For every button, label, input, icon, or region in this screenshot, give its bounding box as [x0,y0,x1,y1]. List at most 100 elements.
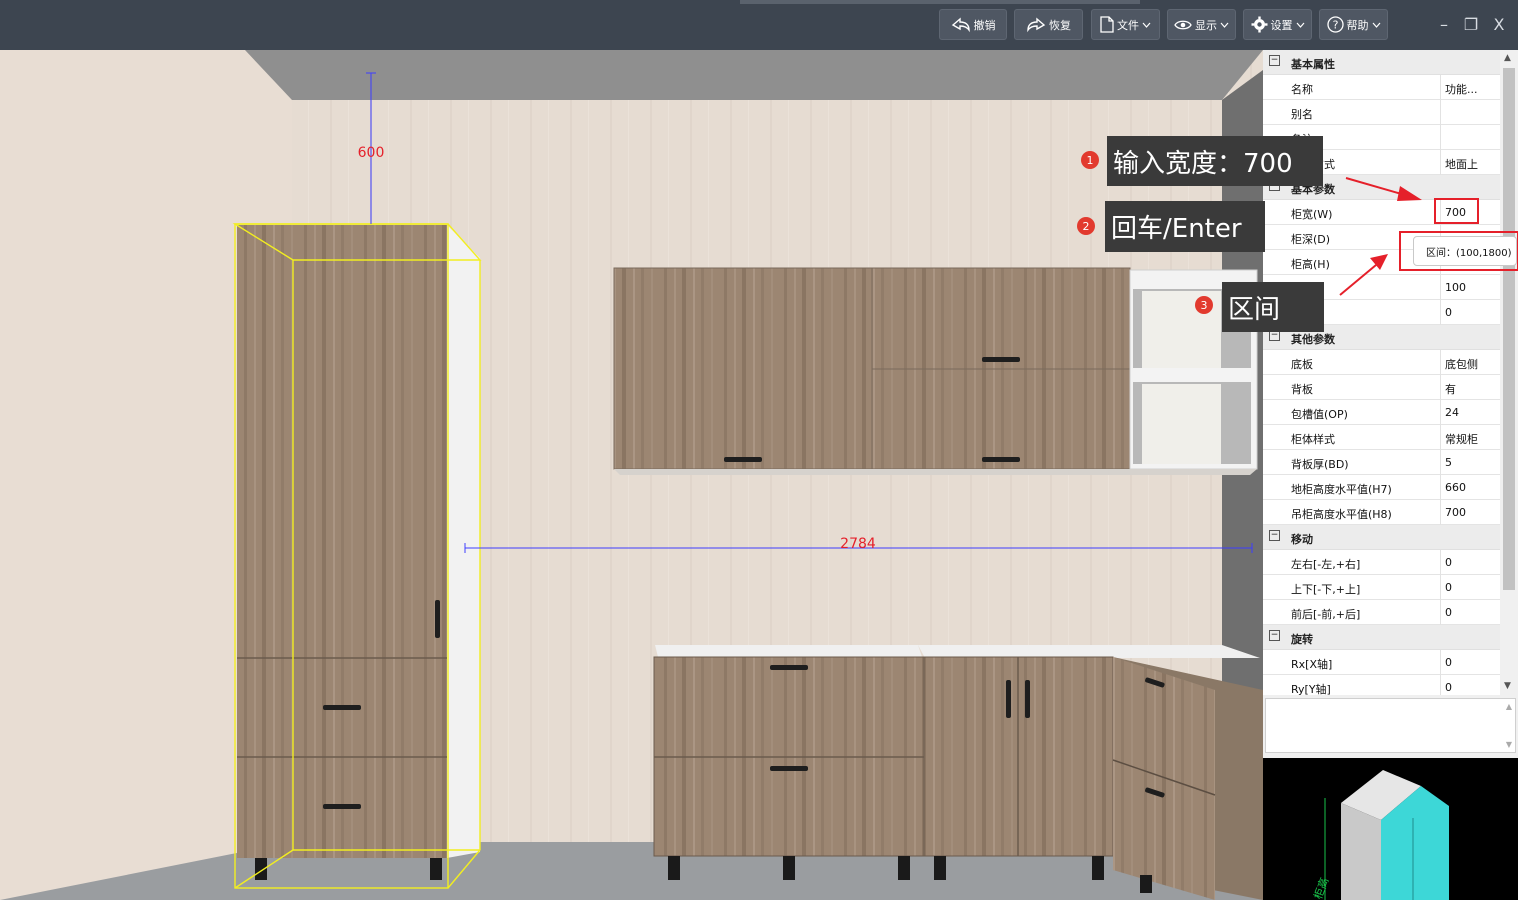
property-value[interactable]: 700 [1445,206,1466,219]
property-value[interactable]: 0 [1445,581,1452,594]
property-group-label: 移动 [1291,533,1313,546]
property-row[interactable]: 背板 有 [1263,375,1500,400]
cabinet-handle [323,804,361,809]
cabinet-handle [770,665,808,670]
property-key: 柜宽(W) [1291,208,1333,221]
desc-scroll-down[interactable]: ▼ [1506,740,1512,749]
scroll-down-arrow[interactable]: ▼ [1504,681,1511,691]
property-value[interactable]: 700 [1445,506,1466,519]
property-row[interactable]: 柜体样式 常规柜 [1263,425,1500,450]
property-row[interactable]: 背板厚(BD) 5 [1263,450,1500,475]
undo-icon [951,16,970,32]
property-key: 前后[-前,+后] [1291,608,1361,621]
property-group-label: 基本属性 [1291,58,1335,71]
property-group[interactable]: − 移动 [1263,525,1500,550]
chevron-down-icon [1142,22,1151,28]
description-box: ▲ ▼ [1265,698,1516,753]
cabinet-handle [1006,680,1011,718]
property-value[interactable]: 常规柜 [1445,431,1478,447]
property-key: 名称 [1291,83,1313,96]
property-value[interactable]: 100 [1445,281,1466,294]
minimize-button[interactable]: – [1432,12,1456,36]
property-group[interactable]: − 基本属性 [1263,50,1500,75]
property-group-label: 旋转 [1291,633,1313,646]
height-dimension-label: 600 [358,145,385,161]
callout-3: 区间 [1222,282,1324,332]
property-value[interactable]: 5 [1445,456,1452,469]
cabinet-handle [724,457,762,462]
scroll-up-arrow[interactable]: ▲ [1504,53,1511,63]
property-value[interactable]: 0 [1445,556,1452,569]
redo-icon [1027,16,1046,32]
property-row[interactable]: 前后[-前,+后] 0 [1263,600,1500,625]
cabinet-handle [435,600,440,638]
3d-viewport[interactable]: 600 2784 [0,50,1263,900]
property-value[interactable]: 24 [1445,406,1459,419]
chevron-down-icon [1220,22,1229,28]
property-key: 背板厚(BD) [1291,458,1349,471]
property-value[interactable]: 0 [1445,656,1452,669]
close-button[interactable]: X [1487,12,1511,36]
property-key: 地柜高度水平值(H7) [1291,483,1392,496]
property-value[interactable]: 0 [1445,306,1452,319]
help-icon: ? [1326,16,1344,33]
property-row[interactable]: 别名 [1263,100,1500,125]
property-key: 左右[-左,+右] [1291,558,1361,571]
wall-cabinets[interactable] [613,267,1258,475]
property-row[interactable]: Ry[Y轴] 0 [1263,675,1500,695]
cabinet-handle [982,457,1020,462]
property-row[interactable]: 上下[-下,+上] 0 [1263,575,1500,600]
property-key: 柜体样式 [1291,433,1335,446]
display-menu-button[interactable]: 显示 [1167,9,1236,40]
property-row[interactable]: 底板 底包侧 [1263,350,1500,375]
undo-button[interactable]: 撤销 [939,9,1007,40]
property-row[interactable]: 包槽值(OP) 24 [1263,400,1500,425]
cabinet-handle [323,705,361,710]
property-row[interactable]: Rx[X轴] 0 [1263,650,1500,675]
cabinet-handle [1025,680,1030,718]
callout-number-3: 3 [1195,296,1213,314]
property-key: 背板 [1291,383,1313,396]
desc-scroll-up[interactable]: ▲ [1506,702,1512,711]
property-key: 包槽值(OP) [1291,408,1348,421]
callout-number-2: 2 [1077,217,1095,235]
property-row[interactable]: 名称 功能... [1263,75,1500,100]
redo-button[interactable]: 恢复 [1014,9,1083,40]
collapse-icon[interactable]: − [1269,630,1280,641]
property-value[interactable]: 功能... [1445,81,1478,97]
property-key: 吊柜高度水平值(H8) [1291,508,1392,521]
range-tooltip: 区间：(100,1800) [1413,236,1517,266]
property-row[interactable]: 地柜高度水平值(H7) 660 [1263,475,1500,500]
property-key: 底板 [1291,358,1313,371]
property-key: 柜深(D) [1291,233,1331,246]
mini-preview[interactable]: 柜高 [1263,758,1518,900]
callout-number-1: 1 [1081,151,1099,169]
file-icon [1100,16,1114,33]
collapse-icon[interactable]: − [1269,530,1280,541]
collapse-icon[interactable]: − [1269,55,1280,66]
property-value[interactable]: 地面上 [1445,156,1478,172]
settings-menu-button[interactable]: 设置 [1243,9,1312,40]
property-value[interactable]: 0 [1445,606,1452,619]
property-row[interactable]: 吊柜高度水平值(H8) 700 [1263,500,1500,525]
help-menu-button[interactable]: ? 帮助 [1319,9,1388,40]
restore-button[interactable]: ❐ [1459,12,1483,36]
svg-text:?: ? [1332,19,1338,32]
property-key: 别名 [1291,108,1313,121]
scrollbar-thumb[interactable] [1503,68,1515,590]
property-scrollbar[interactable]: ▲ ▼ [1500,50,1518,695]
tall-cabinet[interactable] [232,223,482,889]
width-dimension-label: 2784 [840,536,876,552]
property-value[interactable]: 0 [1445,681,1452,694]
chevron-down-icon [1296,22,1304,28]
property-group[interactable]: − 旋转 [1263,625,1500,650]
property-row[interactable]: 柜宽(W) 700 [1263,200,1500,225]
property-row[interactable]: 左右[-左,+右] 0 [1263,550,1500,575]
property-value[interactable]: 底包侧 [1445,356,1478,372]
property-key: Ry[Y轴] [1291,683,1331,695]
property-value[interactable]: 有 [1445,381,1456,397]
file-menu-button[interactable]: 文件 [1091,9,1160,40]
property-group-label: 其他参数 [1291,333,1335,346]
property-key: Rx[X轴] [1291,658,1333,671]
property-value[interactable]: 660 [1445,481,1466,494]
